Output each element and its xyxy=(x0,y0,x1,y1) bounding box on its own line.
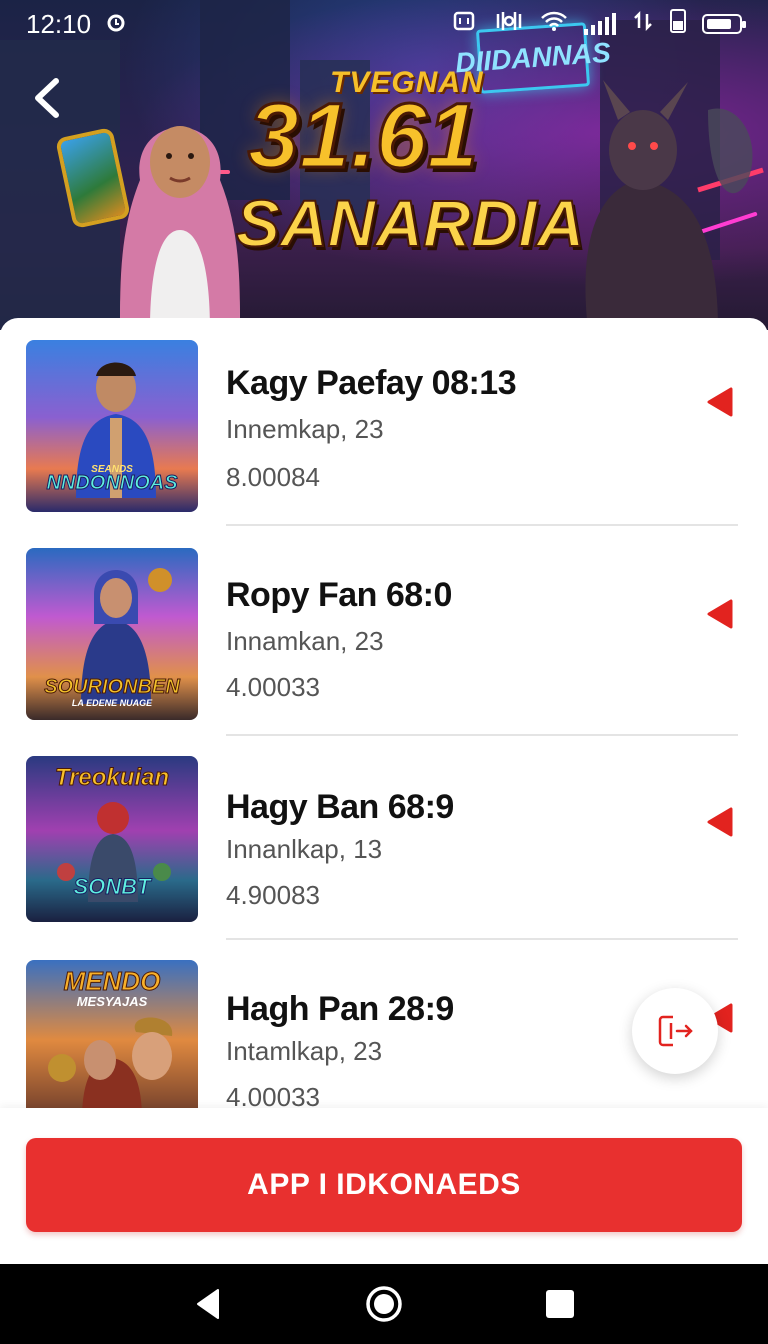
item-action-button[interactable] xyxy=(700,594,740,634)
item-value: 4.90083 xyxy=(226,880,320,910)
red-pointer-icon xyxy=(707,807,733,837)
recents-square-icon xyxy=(546,1290,574,1318)
item-action-button[interactable] xyxy=(700,802,740,842)
signal-icon xyxy=(584,13,616,35)
divider xyxy=(226,938,738,940)
item-subtitle: Innanlkap, 13 xyxy=(226,834,383,864)
thumbnail-label: SOURIONBEN xyxy=(44,676,181,699)
item-value: 4.00033 xyxy=(226,672,320,702)
divider xyxy=(226,524,738,526)
game-thumbnail: MENDO MESYAJAS xyxy=(26,960,198,1108)
bottom-action-area: APP I IDKONAEDS xyxy=(0,1108,768,1264)
thumbnail-subtitle: MESYAJAS xyxy=(76,994,148,1009)
home-circle-icon xyxy=(366,1286,402,1322)
chevron-left-icon xyxy=(35,78,59,118)
game-list: SEANDS NNDONNOAS Kagy Paefay 08:13 Innem… xyxy=(0,318,768,1108)
hero-monster-illustration xyxy=(585,80,764,330)
item-value: 4.00033 xyxy=(226,1082,320,1108)
system-nav-bar xyxy=(0,1264,768,1344)
nav-home-button[interactable] xyxy=(354,1274,414,1334)
item-subtitle: Intamlkap, 23 xyxy=(226,1036,383,1066)
item-title: Kagy Paefay 08:13 xyxy=(226,364,517,402)
thumbnail-label: MENDO xyxy=(63,966,161,997)
thumbnail-subtitle: SONBT xyxy=(73,874,151,900)
app-download-button[interactable]: APP I IDKONAEDS xyxy=(26,1138,742,1232)
game-thumbnail: SEANDS NNDONNOAS xyxy=(26,340,198,512)
back-triangle-icon xyxy=(197,1289,219,1319)
sim-icon xyxy=(670,9,686,39)
data-icon xyxy=(632,10,654,38)
item-value: 8.00084 xyxy=(226,462,320,492)
back-button[interactable] xyxy=(22,70,72,126)
clock: 12:10 xyxy=(26,8,92,39)
wifi-icon xyxy=(540,10,568,38)
list-item[interactable]: Treokuian SONBT Hagy Ban 68:9 Innanlkap,… xyxy=(0,754,768,960)
thumbnail-label: Treokuian xyxy=(54,764,170,792)
status-bar: 12:10 xyxy=(0,0,768,48)
nfc-icon xyxy=(452,10,478,38)
divider xyxy=(226,734,738,736)
logout-icon xyxy=(658,1015,693,1047)
hero-subtitle: SANARDIA xyxy=(235,186,585,260)
exit-fab-button[interactable] xyxy=(632,988,718,1074)
hero-banner: 12:10 DIIDANNAS TVEGNAN 31.61 SANARDIA xyxy=(0,0,768,330)
item-title: Ropy Fan 68:0 xyxy=(226,576,452,614)
game-thumbnail: SOURIONBEN LA EDENE NUAGE xyxy=(26,548,198,720)
vibrate-icon xyxy=(494,10,524,38)
hero-title: 31.61 xyxy=(246,85,479,187)
list-item[interactable]: SEANDS NNDONNOAS Kagy Paefay 08:13 Innem… xyxy=(0,334,768,540)
nav-recents-button[interactable] xyxy=(530,1274,590,1334)
alarm-icon xyxy=(105,9,127,40)
item-title: Hagy Ban 68:9 xyxy=(226,788,454,826)
item-subtitle: Innemkap, 23 xyxy=(226,414,384,444)
thumbnail-label-bottom: LA EDENE NUAGE xyxy=(71,698,153,708)
item-subtitle: Innamkan, 23 xyxy=(226,626,384,656)
game-thumbnail: Treokuian SONBT xyxy=(26,756,198,922)
nav-back-button[interactable] xyxy=(178,1274,238,1334)
red-pointer-icon xyxy=(707,387,733,417)
thumbnail-label: NNDONNOAS xyxy=(46,472,178,495)
red-pointer-icon xyxy=(707,599,733,629)
battery-icon xyxy=(702,14,746,34)
item-title: Hagh Pan 28:9 xyxy=(226,990,454,1028)
character-illustration xyxy=(48,1017,173,1108)
item-action-button[interactable] xyxy=(700,382,740,422)
list-item[interactable]: SOURIONBEN LA EDENE NUAGE Ropy Fan 68:0 … xyxy=(0,544,768,750)
